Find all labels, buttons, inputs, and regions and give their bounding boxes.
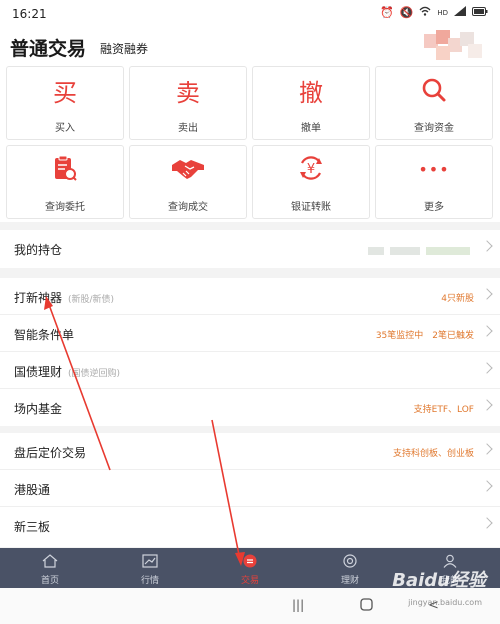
buy-icon: 买 [53,78,77,107]
ipo-subscribe-status: 4只新股 [441,294,474,304]
wealth-icon [343,554,357,568]
sell-icon: 卖 [176,78,200,107]
query-funds-tile[interactable]: 查询资金 [375,66,493,140]
chevron-right-icon [481,480,493,492]
chevron-right-icon [481,240,493,252]
baidu-watermark-url: jingyan.baidu.com [408,598,482,607]
after-hours-label: 盘后定价交易 [14,446,87,460]
search-icon [376,75,492,105]
tab-trade-label: 交易 [240,576,259,586]
status-time: 16:21 [12,7,47,21]
holdings-row[interactable]: 我的持仓 [0,230,500,267]
wifi-icon [419,6,431,19]
clipboard-search-icon [7,154,123,184]
status-icons: ⏰ 🔇 HD [380,6,488,19]
header: 普通交易 融资融券 [0,28,500,66]
buy-label: 买入 [55,123,75,134]
home-button-icon[interactable] [360,596,373,615]
yuan-transfer-icon: ¥ [253,154,369,184]
market-chart-icon [142,554,158,568]
recent-apps-icon[interactable]: ||| [292,598,304,612]
query-trades-label: 查询成交 [168,202,208,213]
holdings-value-blurred [368,247,470,255]
cancel-order-label: 撤单 [301,123,321,134]
ipo-subscribe-label: 打新神器 [14,291,63,305]
chevron-right-icon [481,288,493,300]
alarm-icon: ⏰ [379,6,394,19]
tab-home-label: 首页 [40,576,59,586]
home-icon [42,554,58,568]
tab-market[interactable]: 行情 [100,548,200,588]
more-label: 更多 [424,202,444,213]
neeq-label: 新三板 [14,520,51,534]
more-icon: ••• [418,159,450,179]
exchange-fund-row[interactable]: 场内基金 支持ETF、LOF [0,389,500,426]
query-trades-tile[interactable]: 查询成交 [129,145,247,219]
tab-trade[interactable]: 交易 [200,548,300,588]
bank-transfer-label: 银证转账 [291,202,331,213]
other-markets-section: 盘后定价交易 支持科创板、创业板 港股通 新三板 [0,433,500,547]
sell-tile[interactable]: 卖 卖出 [129,66,247,140]
ipo-subscribe-row[interactable]: 打新神器 (新股/新债) 4只新股 [0,278,500,315]
neeq-row[interactable]: 新三板 [0,507,500,544]
query-funds-label: 查询资金 [414,123,454,134]
hk-connect-label: 港股通 [14,483,51,497]
battery-icon [472,6,488,19]
tab-wealth[interactable]: 理财 [300,548,400,588]
chevron-right-icon [481,443,493,455]
query-orders-label: 查询委托 [45,202,85,213]
treasury-repo-sub: (国债逆回购) [68,369,121,379]
cancel-order-tile[interactable]: 撤 撤单 [252,66,370,140]
more-tile[interactable]: ••• 更多 [375,145,493,219]
hd-icon: HD [437,8,448,17]
page-title[interactable]: 普通交易 [10,34,86,61]
after-hours-row[interactable]: 盘后定价交易 支持科创板、创业板 [0,433,500,470]
smart-order-row[interactable]: 智能条件单 35笔监控中 2笔已触发 [0,315,500,352]
avatar[interactable] [424,30,484,64]
chevron-right-icon [481,362,493,374]
bank-transfer-tile[interactable]: ¥ 银证转账 [252,145,370,219]
tab-market-label: 行情 [140,576,159,586]
treasury-repo-label: 国债理财 [14,365,63,379]
baidu-watermark: Baidu经验 [392,570,486,591]
handshake-icon [130,154,246,184]
holdings-label: 我的持仓 [14,243,63,257]
margin-trading-tab[interactable]: 融资融券 [100,40,148,57]
treasury-repo-row[interactable]: 国债理财 (国债逆回购) [0,352,500,389]
yuan-symbol: ¥ [306,161,316,177]
chevron-right-icon [481,399,493,411]
holdings-section: 我的持仓 [0,230,500,268]
cancel-order-icon: 撤 [299,78,323,107]
hk-connect-row[interactable]: 港股通 [0,470,500,507]
mute-icon: 🔇 [399,6,414,19]
smart-order-status: 35笔监控中 2笔已触发 [375,331,474,341]
buy-tile[interactable]: 买 买入 [6,66,124,140]
ipo-subscribe-sub: (新股/新债) [68,295,115,305]
after-hours-status: 支持科创板、创业板 [392,449,474,459]
trade-tools-section: 打新神器 (新股/新债) 4只新股 智能条件单 35笔监控中 2笔已触发 国债理财… [0,278,500,426]
exchange-fund-status: 支持ETF、LOF [413,405,474,415]
status-bar: 16:21 ⏰ 🔇 HD [0,0,500,28]
signal-icon [454,6,466,19]
function-grid: 买 买入 卖 卖出 撤 撤单 查询资金 查询委托 查询成交 ¥ 银证转账 ••• [0,66,500,222]
sell-label: 卖出 [178,123,198,134]
tab-home[interactable]: 首页 [0,548,100,588]
trade-icon [243,554,257,568]
chevron-right-icon [481,325,493,337]
chevron-right-icon [481,517,493,529]
exchange-fund-label: 场内基金 [14,402,63,416]
tab-wealth-label: 理财 [340,576,359,586]
smart-order-label: 智能条件单 [14,328,75,342]
query-orders-tile[interactable]: 查询委托 [6,145,124,219]
